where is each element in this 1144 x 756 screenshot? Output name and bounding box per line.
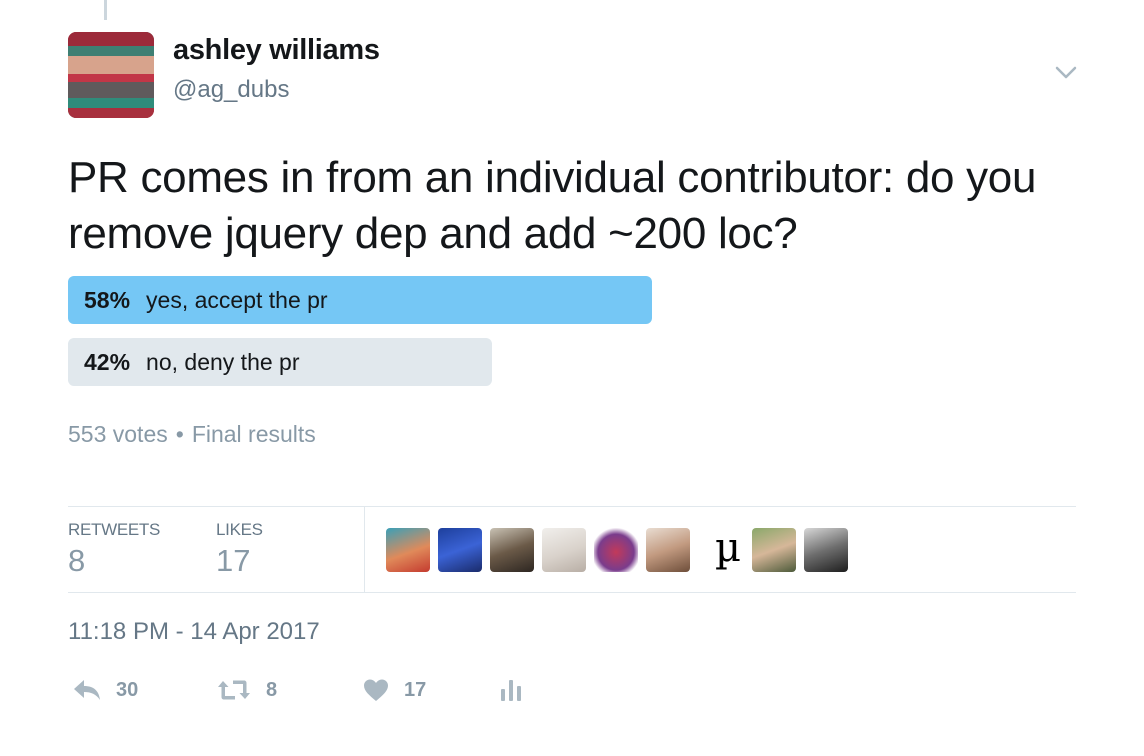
liker-avatar-1[interactable]	[386, 528, 430, 572]
author-handle[interactable]: @ag_dubs	[173, 76, 289, 104]
liker-avatar-5[interactable]	[594, 528, 638, 572]
author-name[interactable]: ashley williams	[173, 34, 380, 67]
thread-connector-line	[104, 0, 107, 20]
liker-avatar-8[interactable]	[752, 528, 796, 572]
heart-icon	[362, 677, 390, 703]
poll-option-yes: 58% yes, accept the pr	[68, 276, 652, 324]
poll-meta-separator: •	[175, 421, 184, 447]
chevron-down-icon[interactable]	[1052, 62, 1080, 82]
liker-avatar-4[interactable]	[542, 528, 586, 572]
liker-avatar-mu[interactable]: µ	[706, 528, 750, 572]
retweet-count: 8	[266, 678, 278, 701]
author-avatar[interactable]	[68, 32, 154, 118]
tweet-text: PR comes in from an individual contribut…	[68, 153, 1037, 258]
stats-divider-vertical	[364, 507, 365, 592]
poll-status: Final results	[191, 421, 316, 447]
reply-count: 30	[116, 678, 139, 701]
liker-avatar-6[interactable]	[646, 528, 690, 572]
poll-vote-count: 553 votes	[68, 421, 168, 447]
poll-option-percent: 42%	[84, 348, 131, 375]
liker-avatar-2[interactable]	[438, 528, 482, 572]
likes-value[interactable]: 17	[216, 543, 250, 579]
retweet-icon	[216, 677, 252, 703]
analytics-bar-chart-icon	[498, 677, 524, 703]
reply-button[interactable]: 30	[72, 674, 138, 706]
liker-avatar-9[interactable]	[804, 528, 848, 572]
tweet-timestamp[interactable]: 11:18 PM - 14 Apr 2017	[68, 618, 320, 646]
stats-divider-bottom	[68, 592, 1076, 593]
like-button[interactable]: 17	[362, 674, 426, 706]
poll-option-percent: 58%	[84, 286, 131, 313]
poll-option-label: no, deny the pr	[146, 348, 300, 375]
liker-avatar-3[interactable]	[490, 528, 534, 572]
analytics-button[interactable]	[498, 674, 524, 706]
like-count: 17	[404, 678, 427, 701]
retweets-value[interactable]: 8	[68, 543, 85, 579]
stats-divider-top	[68, 506, 1076, 507]
retweets-label[interactable]: RETWEETS	[68, 520, 160, 540]
poll-option-label: yes, accept the pr	[146, 286, 328, 313]
retweet-button[interactable]: 8	[216, 674, 277, 706]
likes-label[interactable]: LIKES	[216, 520, 263, 540]
poll-option-no: 42% no, deny the pr	[68, 338, 492, 386]
reply-icon	[72, 677, 102, 703]
poll-meta: 553 votes • Final results	[68, 421, 316, 448]
